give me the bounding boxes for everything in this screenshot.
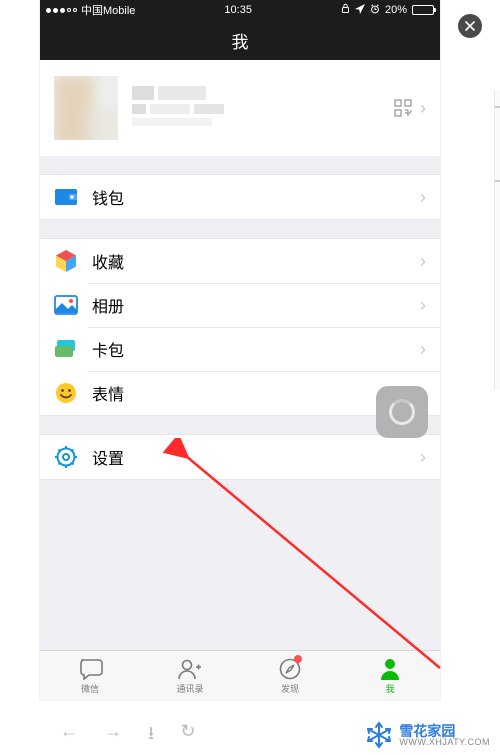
signal-icon [46,8,77,13]
contacts-icon [177,657,203,681]
row-label: 收藏 [92,249,420,273]
close-icon [465,21,475,31]
alarm-icon [370,4,380,17]
lightbox-nav: ← → ⭳ ↻ [60,721,195,751]
tab-label: 发现 [281,682,299,695]
cards-icon [54,337,78,361]
row-label: 设置 [92,445,420,469]
row-settings[interactable]: 设置 › [40,435,440,479]
notification-dot-icon [294,655,302,663]
group-settings: 设置 › [40,434,440,480]
chat-icon [77,657,103,681]
chevron-right-icon: › [420,187,426,208]
tab-label: 通讯录 [176,682,203,695]
wallet-icon [54,185,78,209]
overlay-close-button[interactable] [458,14,482,38]
right-side-strip [494,90,500,390]
gear-icon [54,445,78,469]
row-wallet[interactable]: 钱包 › [40,175,440,219]
loading-ring-icon [389,399,415,425]
row-cards[interactable]: 卡包 › [40,327,440,371]
chevron-right-icon: › [420,98,426,119]
carrier-label: 中国Mobile [81,2,135,18]
profile-row[interactable]: › [40,60,440,156]
smiley-icon [54,381,78,405]
watermark: 雪花家园 WWW.XHJATY.COM [365,721,490,749]
battery-icon [412,5,434,15]
qr-code-icon[interactable] [394,99,412,117]
row-album[interactable]: 相册 › [40,283,440,327]
lock-icon [341,3,350,17]
row-label: 钱包 [92,185,420,209]
phone-screenshot: 中国Mobile 10:35 20% 我 [40,0,440,700]
prev-icon[interactable]: ← [60,721,78,751]
battery-percent: 20% [385,4,407,16]
download-icon[interactable]: ⭳ [148,721,154,751]
cube-icon [54,249,78,273]
navigation-bar: 我 [40,20,440,60]
tab-chats[interactable]: 微信 [40,651,140,700]
status-time: 10:35 [224,4,252,16]
row-favorites[interactable]: 收藏 › [40,239,440,283]
profile-info-blurred [132,86,394,130]
status-left: 中国Mobile [46,2,135,18]
chevron-right-icon: › [420,251,426,272]
row-label: 相册 [92,293,420,317]
row-label: 表情 [92,381,420,405]
content-area: › 钱包 › 收藏 › [40,60,440,650]
photo-icon [54,293,78,317]
snowflake-logo-icon [365,721,393,749]
chevron-right-icon: › [420,447,426,468]
tab-label: 微信 [81,682,99,695]
chevron-right-icon: › [420,295,426,316]
row-label: 卡包 [92,337,420,361]
location-icon [355,4,365,17]
status-bar: 中国Mobile 10:35 20% [40,0,440,20]
tab-me[interactable]: 我 [340,651,440,700]
tab-discover[interactable]: 发现 [240,651,340,700]
tab-contacts[interactable]: 通讯录 [140,651,240,700]
rotate-icon[interactable]: ↻ [180,721,195,751]
group-wallet: 钱包 › [40,174,440,220]
page-outer: 中国Mobile 10:35 20% 我 [0,0,500,755]
person-icon [380,657,400,681]
next-icon[interactable]: → [104,721,122,751]
page-title: 我 [232,28,249,53]
status-right: 20% [341,3,434,17]
assistive-touch-button[interactable] [376,386,428,438]
tab-label: 我 [385,682,394,695]
watermark-url: WWW.XHJATY.COM [399,738,490,747]
watermark-title: 雪花家园 [399,724,490,738]
chevron-right-icon: › [420,339,426,360]
tab-bar: 微信 通讯录 发现 我 [40,650,440,700]
avatar [54,76,118,140]
